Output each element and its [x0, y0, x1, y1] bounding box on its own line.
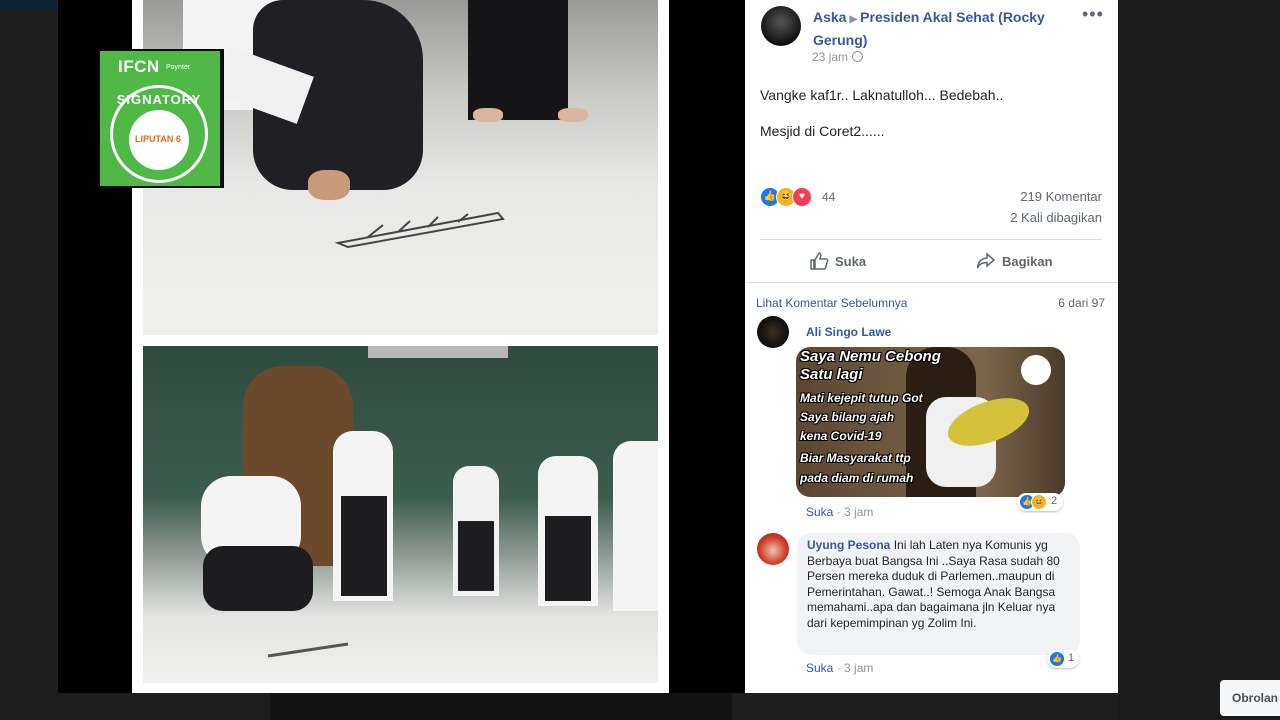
post-timestamp: 23 jam	[812, 50, 864, 64]
commenter-name[interactable]: Ali Singo Lawe	[806, 325, 891, 339]
post-header: Aska ▶ Presiden Akal Sehat (Rocky Gerung)	[813, 7, 1063, 50]
like-reaction-icon: 👍	[1049, 651, 1065, 667]
like-button[interactable]: Suka	[809, 252, 866, 270]
comment-like-button[interactable]: Suka	[806, 661, 833, 675]
post-time[interactable]: 23 jam	[812, 50, 848, 64]
chat-label: Obrolan	[1232, 691, 1279, 705]
comment-reactions[interactable]: 👍 😆 2	[1017, 493, 1063, 511]
ifcn-signatory-badge: IFCN Poynter SIGNATORY LIPUTAN 6	[98, 49, 224, 188]
globe-icon	[852, 51, 864, 62]
author-name[interactable]: Aska	[813, 9, 846, 25]
reaction-count: 44	[822, 190, 836, 204]
meme-text: Biar Masyarakat ttp	[800, 451, 911, 465]
dimmed-bottom	[270, 693, 732, 720]
share-label: Bagikan	[1002, 254, 1053, 269]
arrow-right-icon: ▶	[849, 14, 858, 25]
dimmed-background	[1118, 0, 1280, 720]
graffiti-mark	[334, 211, 505, 249]
author-avatar[interactable]	[761, 6, 801, 46]
comment-meta: Suka · 3 jam	[806, 505, 874, 519]
commenter-avatar[interactable]	[757, 316, 789, 348]
comment-reactions[interactable]: 👍 1	[1047, 650, 1079, 668]
commenter-name[interactable]: Uyung Pesona	[807, 538, 890, 552]
badge-title: IFCN	[118, 57, 160, 76]
view-previous-comments-link[interactable]: Lihat Komentar Sebelumnya	[756, 296, 907, 310]
comment-reaction-count: 2	[1051, 495, 1058, 507]
meme-text: Satu lagi	[800, 366, 863, 383]
comment-time[interactable]: 3 jam	[844, 505, 873, 519]
badge-subtitle: Poynter	[166, 64, 191, 71]
like-label: Suka	[835, 254, 867, 269]
facebook-post-panel: Aska ▶ Presiden Akal Sehat (Rocky Gerung) …	[745, 0, 1118, 693]
meme-sticker	[1021, 355, 1051, 385]
share-count[interactable]: 2 Kali dibagikan	[1010, 210, 1102, 225]
share-arrow-icon	[976, 252, 996, 269]
meme-image[interactable]: Saya Nemu Cebong Satu lagi Mati kejepit …	[796, 347, 1065, 497]
comment-like-button[interactable]: Suka	[806, 505, 833, 519]
post-text-line2: Mesjid di Coret2......	[760, 123, 885, 139]
more-options-icon[interactable]: •••	[1082, 4, 1104, 25]
haha-reaction-icon: 😆	[1031, 494, 1047, 510]
comment-count[interactable]: 219 Komentar	[1020, 189, 1102, 204]
commenter-avatar[interactable]	[757, 533, 789, 565]
divider	[745, 282, 1118, 283]
meme-text: pada diam di rumah	[800, 471, 914, 485]
graffiti-mark-bottom	[267, 642, 349, 658]
group-name[interactable]: Presiden Akal Sehat (Rocky Gerung)	[813, 9, 1045, 48]
comment-body: Uyung Pesona Ini lah Laten nya Komunis y…	[807, 538, 1075, 631]
meme-text: kena Covid-19	[800, 429, 882, 443]
badge-ring-text: SIGNATORY	[116, 92, 202, 107]
comment-meta: Suka · 3 jam	[806, 661, 874, 675]
comment-reaction-count: 1	[1068, 652, 1075, 664]
love-reaction-icon: ♥	[792, 187, 812, 207]
share-button[interactable]: Bagikan	[976, 252, 1053, 270]
comment-time[interactable]: 3 jam	[844, 661, 873, 675]
chat-tab[interactable]: Obrolan	[1220, 680, 1280, 716]
thumbs-up-icon	[810, 252, 829, 270]
meme-text: Saya Nemu Cebong	[800, 348, 941, 365]
divider	[760, 239, 1102, 240]
meme-text: Saya bilang ajah	[800, 410, 895, 424]
badge-logo: LIPUTAN 6	[135, 134, 181, 144]
comment-page-count: 6 dari 97	[1058, 296, 1105, 310]
post-text-line1: Vangke kaf1r.. Laknatulloh... Bedebah..	[760, 87, 1004, 103]
meme-text: Mati kejepit tutup Got	[800, 391, 923, 405]
photo-bottom-mosque-group	[143, 346, 658, 683]
comment-bubble: Uyung Pesona Ini lah Laten nya Komunis y…	[797, 533, 1080, 655]
